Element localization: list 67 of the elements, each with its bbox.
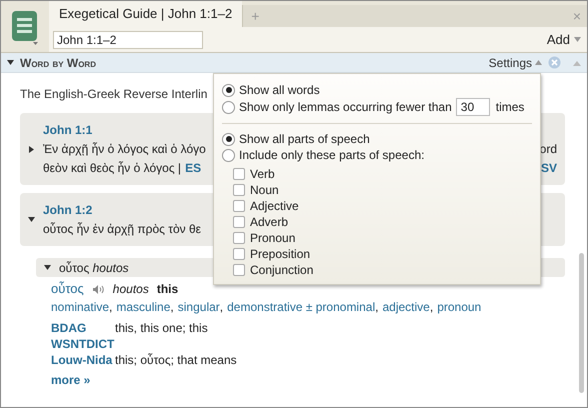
- close-icon[interactable]: [548, 56, 561, 69]
- definition-text: this, this one; this: [115, 320, 209, 336]
- parsing-link[interactable]: demonstrative ± pronominal: [227, 299, 376, 315]
- comma: ,: [170, 299, 174, 315]
- parsing-link[interactable]: nominative: [51, 299, 110, 315]
- word-heading: οὗτος houtos: [59, 260, 129, 276]
- panel-title: Word by Word: [20, 54, 96, 72]
- scrollbar[interactable]: [578, 253, 584, 393]
- tab[interactable]: Exegetical Guide | John 1:1–2: [49, 1, 242, 27]
- comma: ,: [109, 299, 112, 315]
- checkbox[interactable]: [233, 264, 245, 276]
- settings-button[interactable]: Settings: [488, 54, 542, 72]
- expand-icon[interactable]: [44, 264, 51, 271]
- checkbox[interactable]: [233, 184, 245, 196]
- radio-button[interactable]: [222, 84, 235, 96]
- gloss: this: [156, 281, 178, 297]
- caret-icon: [574, 37, 581, 42]
- reference-field[interactable]: John 1:1–2: [53, 30, 203, 48]
- option-label: Show only lemmas occurring fewer than: [239, 99, 452, 115]
- option-label: Show all parts of speech: [239, 131, 370, 147]
- checkbox-label: Conjunction: [250, 262, 314, 278]
- radio-button[interactable]: [222, 148, 235, 162]
- lexicon-link[interactable]: Louw-Nida: [51, 352, 115, 368]
- radio-button[interactable]: [222, 100, 235, 114]
- version-link[interactable]: SV: [540, 159, 557, 177]
- verse-text: οὗτος ἦν ἐν ἀρχῇ πρὸς τὸν θε: [43, 221, 202, 238]
- lemma-link[interactable]: οὗτος: [51, 281, 84, 297]
- checkbox[interactable]: [233, 248, 245, 260]
- caret-icon: [535, 60, 542, 65]
- comma: ,: [430, 299, 434, 315]
- count-field[interactable]: 30: [456, 98, 490, 116]
- more-link[interactable]: more »: [51, 372, 90, 388]
- app-menu-icon[interactable]: [11, 8, 39, 44]
- scroll-up-icon[interactable]: [573, 60, 581, 66]
- expand-icon[interactable]: [28, 216, 35, 223]
- checkbox[interactable]: [233, 168, 245, 180]
- lexicon-link[interactable]: BDAG: [51, 320, 115, 336]
- checkbox[interactable]: [233, 216, 245, 228]
- collapse-icon[interactable]: [7, 59, 14, 66]
- parsing-link[interactable]: masculine: [116, 299, 170, 315]
- verse-text: θεὸν καὶ θεὸς ἦν ὁ λόγος |: [43, 160, 182, 177]
- comma: ,: [375, 299, 378, 315]
- checkbox-label: Adjective: [250, 198, 299, 214]
- radio-button[interactable]: [222, 132, 235, 146]
- option-label: Show all words: [239, 82, 320, 98]
- option-label: Include only these parts of speech:: [239, 147, 424, 163]
- checkbox-label: Pronoun: [250, 230, 296, 246]
- parsing-link[interactable]: pronoun: [437, 299, 482, 315]
- checkbox-label: Adverb: [250, 214, 288, 230]
- transliteration: houtos: [112, 281, 149, 297]
- checkbox[interactable]: [233, 200, 245, 212]
- intro-text: The English-Greek Reverse Interlin: [20, 86, 208, 103]
- speaker-icon[interactable]: [92, 284, 105, 294]
- add-button[interactable]: Add: [546, 30, 581, 50]
- checkbox-label: Verb: [250, 166, 275, 182]
- option-label: times: [496, 99, 524, 115]
- lexicon-link[interactable]: WSNTDICT: [51, 336, 115, 352]
- parsing-link[interactable]: adjective: [382, 299, 430, 315]
- parsing-link[interactable]: singular: [178, 299, 220, 315]
- checkbox-label: Noun: [250, 182, 279, 198]
- checkbox[interactable]: [233, 232, 245, 244]
- expand-icon[interactable]: [28, 146, 35, 152]
- checkbox-label: Preposition: [250, 246, 310, 262]
- comma: ,: [220, 299, 224, 315]
- verse-text: Ἐν ἀρχῇ ἦν ὁ λόγος καὶ ὁ λόγο: [43, 141, 206, 158]
- definition-text: this; οὗτος; that means: [115, 352, 238, 368]
- version-link[interactable]: ES: [185, 159, 202, 177]
